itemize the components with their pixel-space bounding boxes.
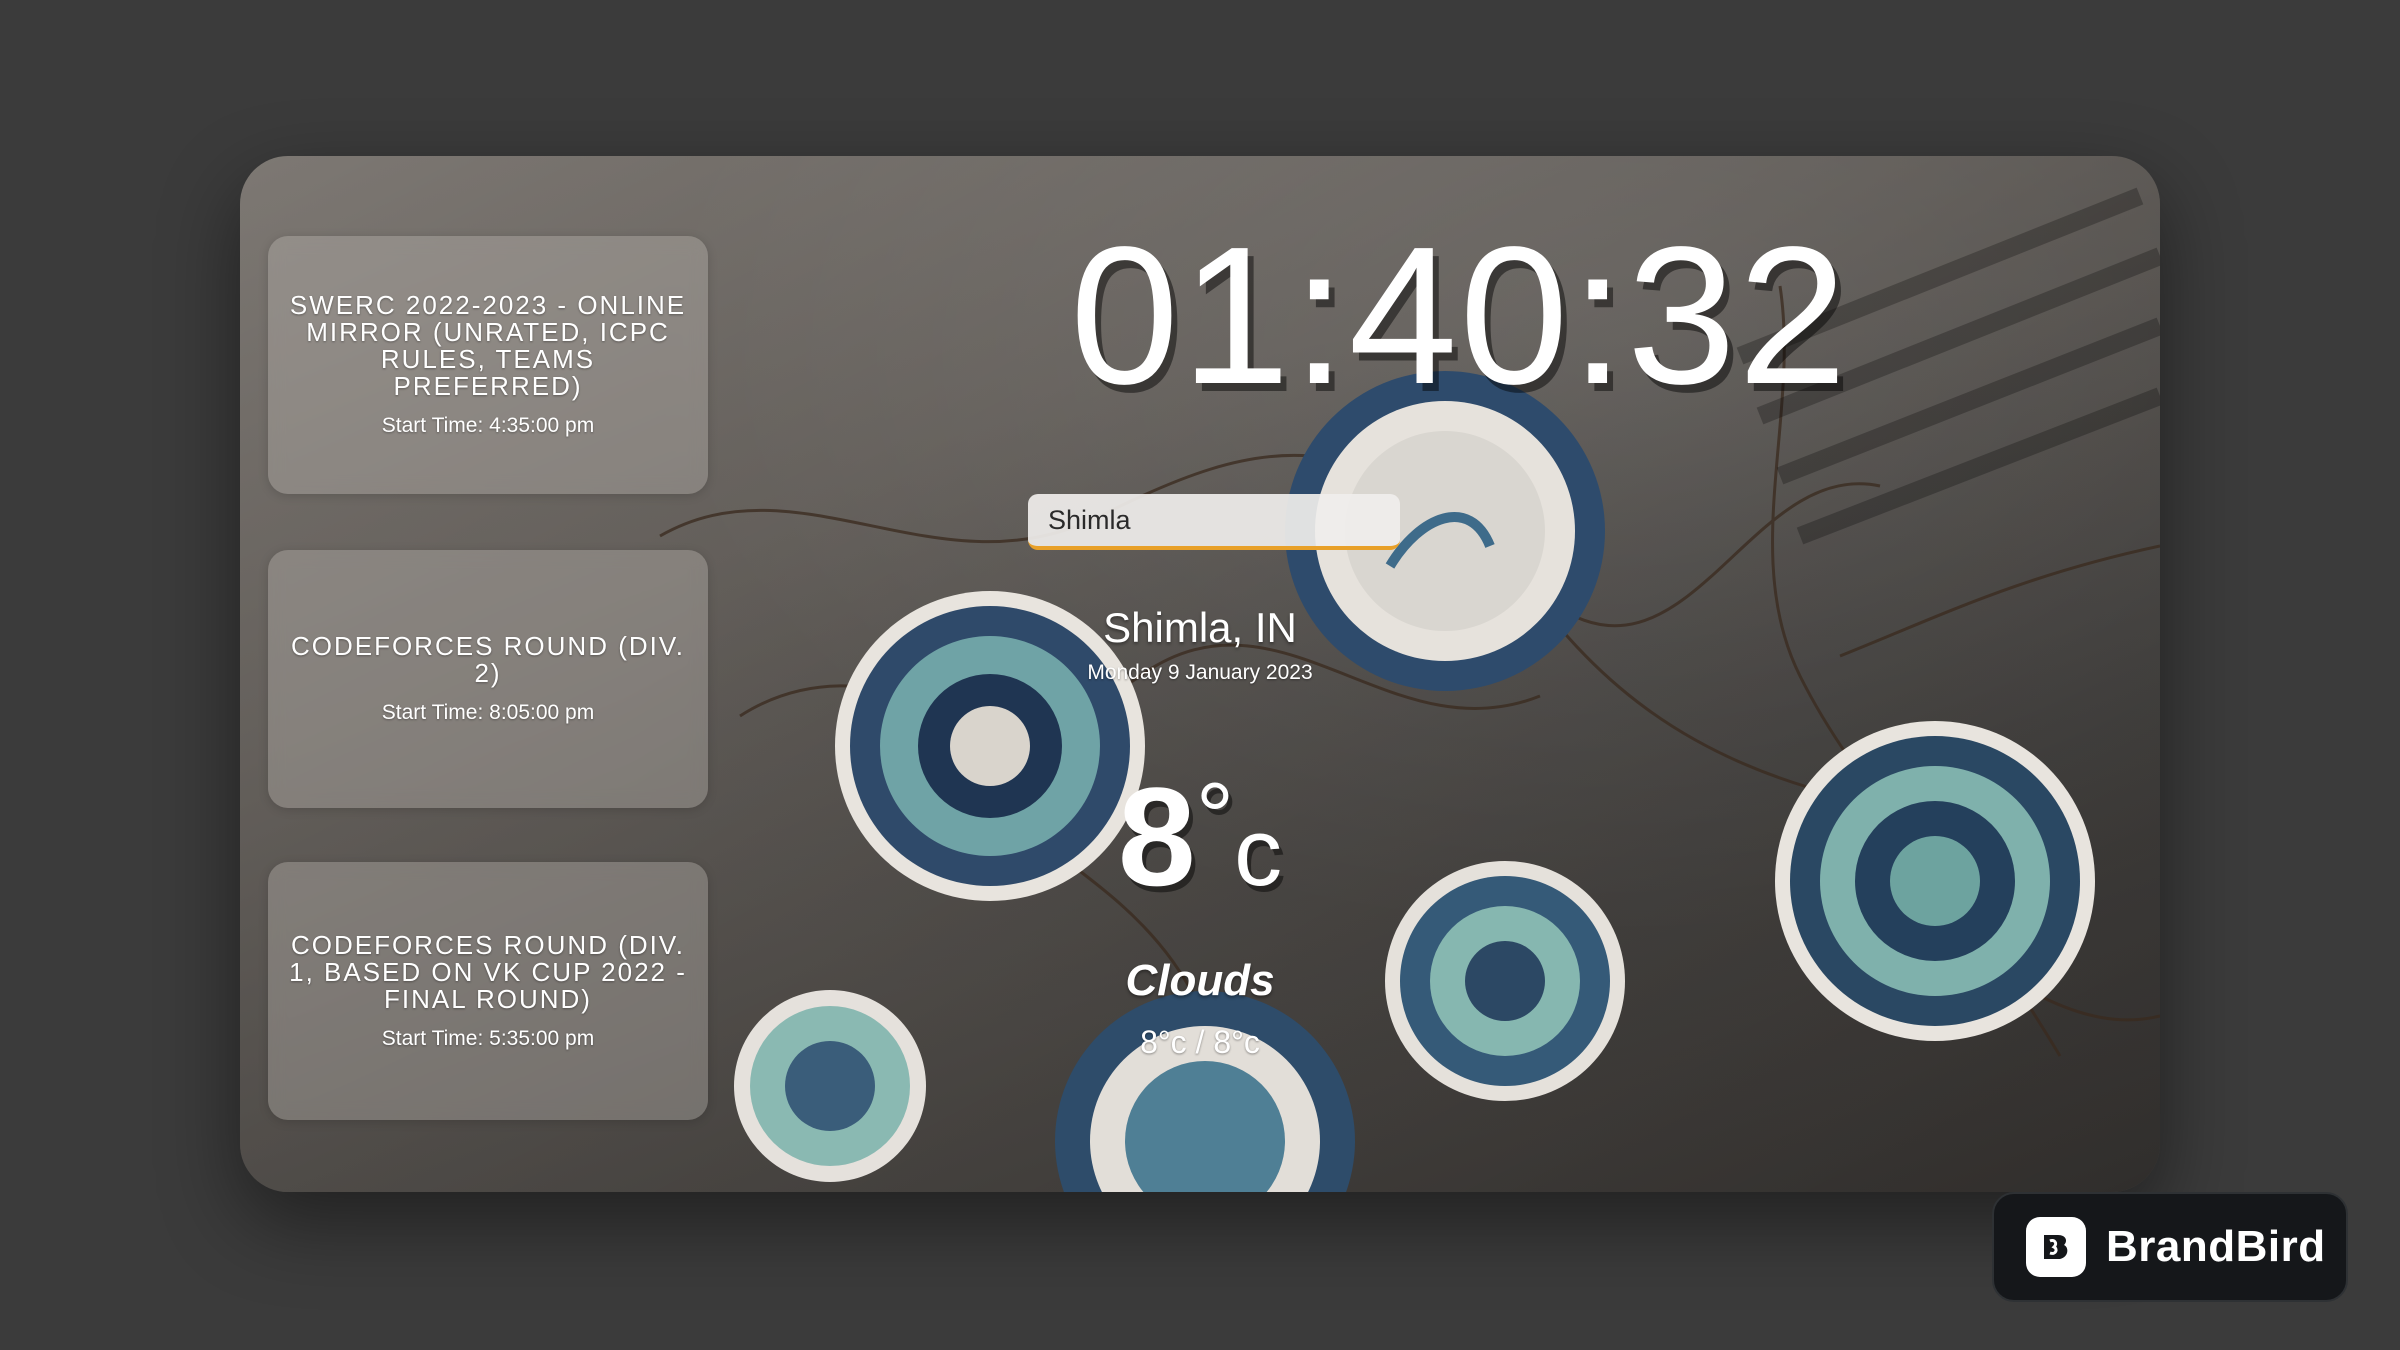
weather-condition: Clouds (1125, 956, 1275, 1005)
temperature: 8°c (940, 756, 1460, 918)
decorative-plate (1775, 721, 2095, 1041)
app-window: SWERC 2022-2023 - ONLINE MIRROR (UNRATED… (240, 156, 2160, 1192)
temperature-value: 8 (1117, 758, 1196, 915)
digital-clock: 01:40:32 (1070, 206, 1849, 425)
contest-start-time: Start Time: 5:35:00 pm (381, 1026, 595, 1050)
degree-symbol: ° (1195, 763, 1235, 870)
contest-title: CODEFORCES ROUND (DIV. 1, BASED ON VK CU… (289, 929, 687, 1014)
temperature-unit: c (1234, 799, 1283, 906)
decorative-plate (734, 990, 926, 1182)
weather-location: Shimla, IN (1103, 604, 1297, 651)
contest-title: CODEFORCES ROUND (DIV. 2) (290, 631, 686, 688)
contest-card[interactable]: CODEFORCES ROUND (DIV. 2) Start Time: 8:… (268, 550, 708, 808)
contest-title: SWERC 2022-2023 - ONLINE MIRROR (UNRATED… (289, 290, 687, 401)
contest-card[interactable]: SWERC 2022-2023 - ONLINE MIRROR (UNRATED… (268, 236, 708, 494)
contest-start-time: Start Time: 8:05:00 pm (381, 701, 595, 724)
contest-start-time: Start Time: 4:35:00 pm (381, 414, 595, 437)
brand-name: BrandBird (2106, 1222, 2326, 1271)
weather-date: Monday 9 January 2023 (1087, 661, 1313, 684)
brandbird-badge: BrandBird (1992, 1192, 2348, 1302)
contest-card[interactable]: CODEFORCES ROUND (DIV. 1, BASED ON VK CU… (268, 862, 708, 1120)
brandbird-logo-icon (2026, 1217, 2086, 1277)
temperature-range: 8°c / 8°c (1140, 1024, 1260, 1060)
city-search-input[interactable] (1028, 494, 1400, 550)
decorative-plate (1055, 991, 1355, 1192)
